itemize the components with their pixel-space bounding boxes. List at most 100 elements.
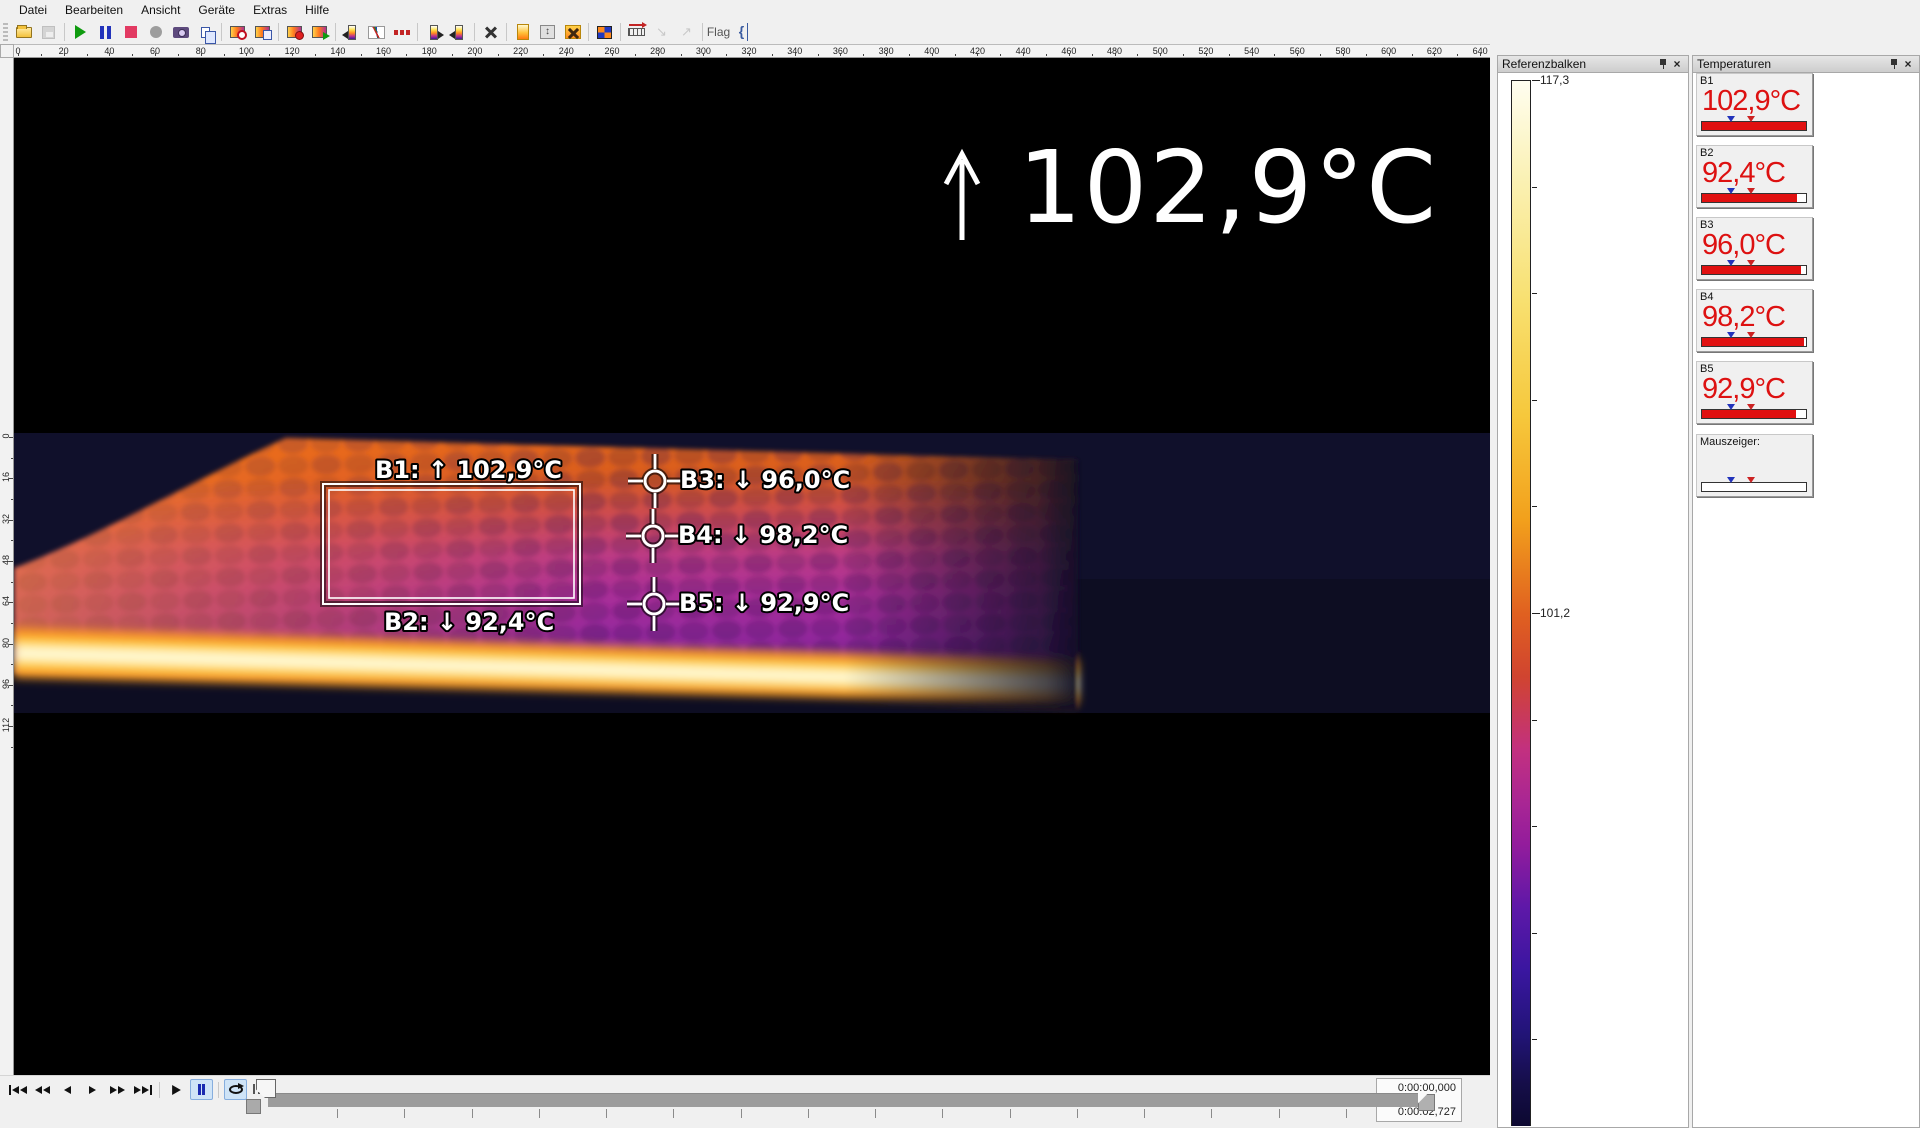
- marker-blue-icon[interactable]: [1727, 188, 1735, 194]
- img-search-button[interactable]: [225, 21, 250, 43]
- copy-button[interactable]: [193, 21, 218, 43]
- curves-button[interactable]: [364, 21, 389, 43]
- card-range-fill: [1702, 194, 1797, 202]
- tools-button[interactable]: [478, 21, 503, 43]
- toolbar-separator: [221, 23, 222, 41]
- loop-button[interactable]: [224, 1079, 247, 1100]
- marker-blue-icon[interactable]: [1727, 116, 1735, 122]
- rewind-button[interactable]: [31, 1079, 54, 1100]
- step-back-button[interactable]: [56, 1079, 79, 1100]
- close-icon[interactable]: ×: [1670, 58, 1684, 71]
- scale-tick: [1532, 826, 1537, 827]
- pause-button[interactable]: [93, 21, 118, 43]
- panel-splitter[interactable]: [1490, 44, 1497, 1128]
- marker-red-icon[interactable]: [1747, 116, 1755, 122]
- ruler-tick: [9, 726, 13, 727]
- annotation-label-B1: B1: ↑ 102,9°C: [375, 456, 562, 484]
- marker-blue-icon[interactable]: [1727, 404, 1735, 410]
- measure-button[interactable]: [624, 21, 649, 43]
- pal-right-button[interactable]: [421, 21, 446, 43]
- updown-button[interactable]: [535, 21, 560, 43]
- menu-item-geräte[interactable]: Geräte: [189, 1, 244, 19]
- timeline-tick: [606, 1109, 607, 1118]
- ruler-tick: [658, 53, 659, 56]
- ruler-left-label: 96: [1, 673, 11, 695]
- marker-blue-icon[interactable]: [1727, 477, 1735, 483]
- thermal-image[interactable]: B1: ↑ 102,9°CB2: ↓ 92,4°CB3: ↓ 96,0°CB4:…: [14, 58, 1490, 1075]
- ruler-tick-minor: [1092, 54, 1093, 56]
- pause-icon: [100, 26, 111, 39]
- hand-a-icon: [656, 23, 667, 41]
- menu-item-bearbeiten[interactable]: Bearbeiten: [56, 1, 132, 19]
- ruler-tick-minor: [1000, 54, 1001, 56]
- play-button[interactable]: [165, 1079, 188, 1100]
- marker-red-icon[interactable]: [1747, 332, 1755, 338]
- skip-start-button[interactable]: [6, 1079, 29, 1100]
- temperature-color-scale[interactable]: [1511, 80, 1531, 1126]
- stop-button[interactable]: [118, 21, 143, 43]
- grad-button[interactable]: [510, 21, 535, 43]
- timeline-tick: [1279, 1109, 1280, 1118]
- marker-red-icon[interactable]: [1747, 477, 1755, 483]
- ruler-tick-minor: [498, 54, 499, 56]
- dashes-button[interactable]: [389, 21, 414, 43]
- menu-item-hilfe[interactable]: Hilfe: [296, 1, 338, 19]
- menu-item-ansicht[interactable]: Ansicht: [132, 1, 189, 19]
- card-label: Mauszeiger:: [1700, 436, 1760, 448]
- ruler-tick: [1434, 53, 1435, 56]
- marker-red-icon[interactable]: [1747, 188, 1755, 194]
- bracket-button[interactable]: [731, 21, 756, 43]
- timeline-position-handle[interactable]: [246, 1099, 261, 1114]
- hand-b-button[interactable]: [674, 21, 699, 43]
- step-forward-button[interactable]: [81, 1079, 104, 1100]
- quad-icon: [597, 26, 612, 39]
- ruler-tick-minor: [863, 54, 864, 56]
- marker-blue-icon[interactable]: [1727, 260, 1735, 266]
- marker-blue-icon[interactable]: [1727, 332, 1735, 338]
- open-button[interactable]: [11, 21, 36, 43]
- menu-item-extras[interactable]: Extras: [244, 1, 296, 19]
- pal-pick-button[interactable]: [339, 21, 364, 43]
- ruler-tick: [612, 53, 613, 56]
- record-button[interactable]: [143, 21, 168, 43]
- ruler-tick: [932, 53, 933, 56]
- playback-bar: 0:00:00,000 0:00:02,727: [0, 1075, 1490, 1128]
- ruler-tick: [1389, 53, 1390, 56]
- ruler-tick: [795, 53, 796, 56]
- pin-icon[interactable]: [1656, 58, 1670, 71]
- timeline-track[interactable]: [268, 1093, 1418, 1107]
- save-button[interactable]: [36, 21, 61, 43]
- img-play-button[interactable]: [307, 21, 332, 43]
- card-range-bar: [1701, 193, 1807, 203]
- pin-icon[interactable]: [1887, 58, 1901, 71]
- ruler-tick-minor: [361, 54, 362, 56]
- play-button[interactable]: [68, 21, 93, 43]
- card-value: 98,2°C: [1702, 301, 1785, 334]
- card-range-bar: [1701, 482, 1807, 492]
- camera-icon: [173, 27, 189, 38]
- marker-red-icon[interactable]: [1747, 260, 1755, 266]
- camera-button[interactable]: [168, 21, 193, 43]
- annotation-label-B3: B3: ↓ 96,0°C: [680, 466, 850, 494]
- toolbar-grip[interactable]: [3, 23, 8, 41]
- quad-button[interactable]: [592, 21, 617, 43]
- annotation-B2[interactable]: B2: ↓ 92,4°C: [384, 608, 554, 636]
- marker-red-icon[interactable]: [1747, 404, 1755, 410]
- fast-forward-button[interactable]: [106, 1079, 129, 1100]
- card-value: 92,9°C: [1702, 373, 1785, 406]
- close-icon[interactable]: ×: [1901, 58, 1915, 71]
- ruler-tick-minor: [224, 54, 225, 56]
- img-copy-button[interactable]: [250, 21, 275, 43]
- ruler-tick: [1480, 53, 1481, 56]
- hand-a-button[interactable]: [649, 21, 674, 43]
- skip-end-button[interactable]: [131, 1079, 154, 1100]
- tools-o-button[interactable]: [560, 21, 585, 43]
- menu-item-datei[interactable]: Datei: [10, 1, 56, 19]
- pal-left-button[interactable]: [446, 21, 471, 43]
- thermal-image-canvas[interactable]: B1: ↑ 102,9°CB2: ↓ 92,4°CB3: ↓ 96,0°CB4:…: [14, 58, 1490, 1075]
- ruler-tick-minor: [11, 540, 13, 541]
- img-record-button[interactable]: [282, 21, 307, 43]
- flag-button[interactable]: Flag: [706, 21, 731, 43]
- pause-button[interactable]: [190, 1079, 213, 1100]
- ruler-tick: [703, 53, 704, 56]
